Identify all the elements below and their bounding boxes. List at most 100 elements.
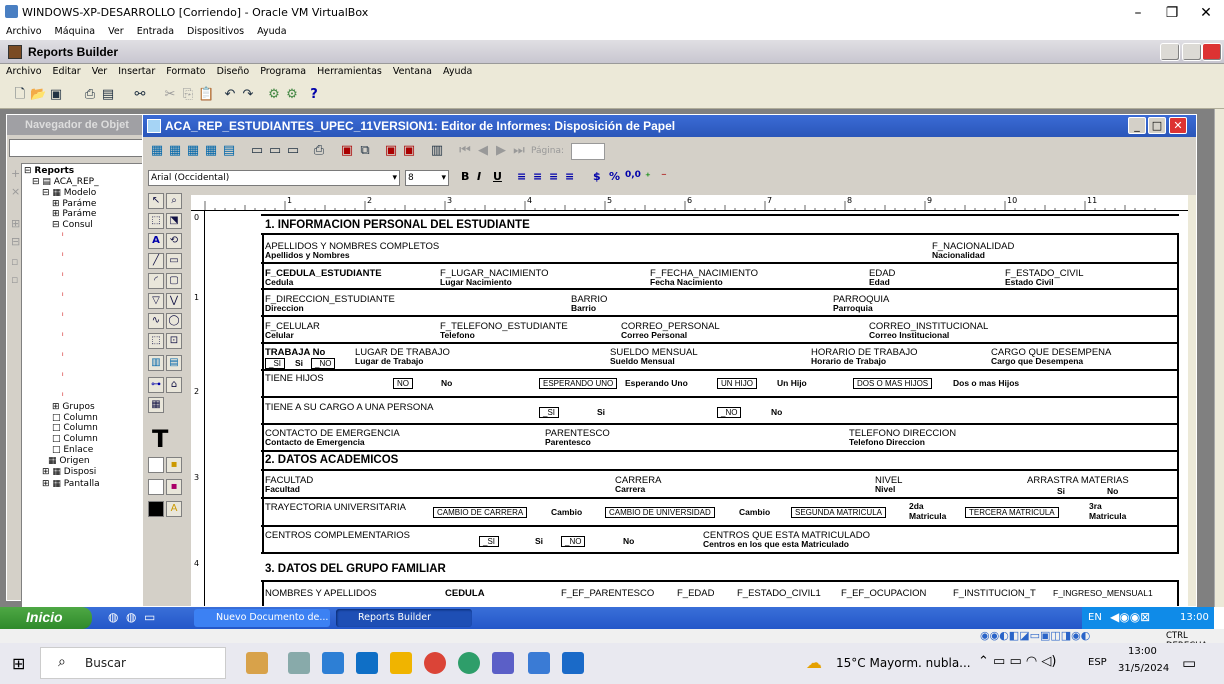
label-correo-institucional[interactable]: CORREO_INSTITUCIONAL Correo Institucional [869,322,988,340]
arc-tool-icon[interactable]: ◜ [148,273,164,289]
tree-item-columna2[interactable]: □ Column [52,423,98,433]
chart-tool-icon[interactable]: ▥ [148,355,164,371]
checkbox-esperando[interactable]: ESPERANDO UNO [539,378,618,389]
label-tiene-hijos[interactable]: TIENE HIJOS [265,374,324,384]
editor-minimize-button[interactable]: _ [1128,117,1146,134]
margin-icon[interactable]: ▭ [267,143,283,159]
checkbox-centros-si[interactable]: _SI [479,536,500,547]
menu-archivo[interactable]: Archivo [6,66,42,77]
menu-herramientas[interactable]: Herramientas [317,66,382,77]
close-icon[interactable]: ✕ [1196,4,1216,22]
taskbar-item-reports-builder[interactable]: Reports Builder [336,609,472,627]
label-nombres-apellidos[interactable]: NOMBRES Y APELLIDOS [265,589,377,599]
data-model-view-icon[interactable]: ▦ [149,143,165,159]
line-tool-icon[interactable]: ╱ [148,253,164,269]
label-nacionalidad[interactable]: F_NACIONALIDAD Nacionalidad [932,242,1014,260]
sql-query-icon[interactable]: ⁱ [62,332,64,342]
label-apellidos[interactable]: APELLIDOS Y NOMBRES COMPLETOS Apellidos y… [265,242,439,260]
label-trabaja[interactable]: TRABAJA No [265,348,325,358]
maximize-icon[interactable]: ❐ [1162,4,1182,22]
checkbox-dos-hijos[interactable]: DOS O MAS HIJOS [853,378,933,389]
report-frame[interactable] [262,580,1179,606]
taskbar-date[interactable]: 31/5/2024 [1118,663,1169,674]
create-icon[interactable]: ▫ [11,255,18,268]
label-estado-civil[interactable]: F_ESTADO_CIVIL Estado Civil [1005,269,1084,287]
percent-button[interactable]: % [609,170,620,183]
checkbox-trabaja-no[interactable]: _NO [311,358,336,369]
redo-icon[interactable]: ↷ [240,87,256,103]
polyline-tool-icon[interactable]: ⋁ [166,293,182,309]
label-arrastra[interactable]: ARRASTRA MATERIAS [1027,476,1129,486]
open-icon[interactable]: 📂 [30,87,46,103]
save-icon[interactable]: ▣ [48,87,64,103]
menu-programa[interactable]: Programa [260,66,306,77]
underline-button[interactable]: U [493,170,502,183]
collapse-all-icon[interactable]: ⊟ [11,235,20,248]
label-nivel[interactable]: NIVEL Nivel [875,476,902,494]
text-color-icon[interactable]: T [152,425,168,453]
connect-icon[interactable]: ⚯ [132,87,148,103]
tray-icons[interactable]: ◀◉◉⊠ [1110,610,1150,624]
checkbox-hijos-no[interactable]: NO [393,378,413,389]
tray-icons[interactable]: ⌃ ▭ ▭ ◠ ◁) [978,654,1056,669]
frame-select-tool-icon[interactable]: ⬚ [148,213,164,229]
tree-item-origen[interactable]: ▦ Origen [48,456,90,466]
checkbox-un-hijo[interactable]: UN HIJO [717,378,757,389]
taskbar-item-document[interactable]: Nuevo Documento de... [194,609,330,627]
vm-menu-dispositivos[interactable]: Dispositivos [187,26,244,37]
sql-query-icon[interactable]: ⁱ [62,272,64,282]
ellipse-tool-icon[interactable]: ◯ [166,313,182,329]
checkbox-trabaja-si[interactable]: _SI [265,358,286,369]
desktop-icon[interactable]: ▭ [144,610,155,624]
previous-page-icon[interactable]: ◀ [475,143,491,159]
delete-icon[interactable]: ▫ [11,273,18,286]
paste-icon[interactable]: 📋 [198,87,214,103]
menu-ventana[interactable]: Ventana [393,66,432,77]
reshape-tool-icon[interactable]: ⬔ [166,213,182,229]
label-correo-personal[interactable]: CORREO_PERSONAL Correo Personal [621,322,720,340]
align-left-icon[interactable]: ≡ [517,170,526,183]
label-edad[interactable]: EDAD Edad [869,269,895,287]
label-cedula-familiar[interactable]: CEDULA [445,589,485,599]
expand-icon[interactable]: + [11,167,20,180]
print-icon[interactable]: ⎙ [82,87,98,103]
menu-insertar[interactable]: Insertar [118,66,155,77]
task-view-icon[interactable] [288,652,310,674]
notification-icon[interactable]: ▭ [1182,654,1196,672]
remove-decimal-icon[interactable]: ⁻ [661,170,667,183]
sql-query-icon[interactable]: ⁱ [62,232,64,242]
vm-menu-entrada[interactable]: Entrada [137,26,174,37]
tree-item-modelo[interactable]: ⊟ ▦ Modelo [42,188,96,198]
app-icon[interactable] [562,652,584,674]
app-close-button[interactable] [1202,43,1222,61]
magnify-tool-icon[interactable]: ⌕ [166,193,182,209]
editor-maximize-button[interactable]: □ [1148,117,1166,134]
store-app-icon[interactable] [322,652,344,674]
minimize-icon[interactable]: – [1128,4,1148,22]
app-vertical-scrollbar[interactable] [1214,109,1224,607]
checkbox-cargo-no[interactable]: _NO [717,407,742,418]
label-fecha-nacimiento[interactable]: F_FECHA_NACIMIENTO Fecha Nacimiento [650,269,758,287]
text-tool-icon[interactable]: A [148,233,164,249]
weather-text[interactable]: 15°C Mayorm. nubla... [836,656,971,670]
italic-button[interactable]: I [477,170,481,183]
mail-app-icon[interactable] [356,652,378,674]
print-preview-icon[interactable]: ▤ [100,87,116,103]
app-minimize-button[interactable] [1160,43,1180,61]
label-lugar-trabajo[interactable]: LUGAR DE TRABAJO Lugar de Trabajo [355,348,450,366]
language-indicator[interactable]: ESP [1088,657,1107,668]
polygon-tool-icon[interactable]: ▽ [148,293,164,309]
media-icon[interactable]: ◍ [126,610,136,624]
freehand-tool-icon[interactable]: ∿ [148,313,164,329]
confine-icon[interactable]: ⎙ [311,143,327,159]
label-telefono-direccion[interactable]: TELEFONO DIRECCION Telefono Direccion [849,429,956,447]
debug-icon[interactable]: ⚙ [284,87,300,103]
rotate-tool-icon[interactable]: ⟲ [166,233,182,249]
label-parentesco[interactable]: PARENTESCO Parentesco [545,429,610,447]
label-institucion[interactable]: F_INSTITUCION_T [953,589,1036,599]
checkbox-cambio-universidad[interactable]: CAMBIO DE UNIVERSIDAD [605,507,715,518]
fill-color-picker-icon[interactable]: ▪ [166,457,182,473]
field-tool-icon[interactable]: ▤ [166,355,182,371]
vm-menu-maquina[interactable]: Máquina [55,26,96,37]
tree-item-columna1[interactable]: □ Column [52,413,98,423]
